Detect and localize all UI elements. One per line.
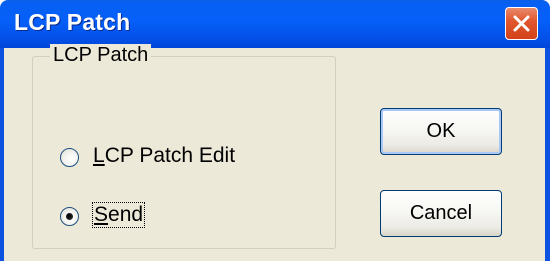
groupbox-legend: LCP Patch (50, 44, 152, 67)
label-text: end (108, 203, 144, 226)
lcp-patch-dialog: LCP Patch LCP Patch LCP Patch Edit Send … (0, 0, 550, 261)
radio-label-lcp-patch-edit: LCP Patch Edit (93, 144, 235, 168)
window-title: LCP Patch (14, 9, 131, 35)
close-icon (513, 15, 530, 32)
accelerator-key: S (94, 203, 109, 226)
label-text: CP Patch Edit (104, 144, 236, 167)
cancel-button[interactable]: Cancel (380, 190, 502, 237)
radio-label-send: Send (91, 202, 146, 228)
close-button[interactable] (505, 7, 538, 40)
ok-button[interactable]: OK (380, 108, 502, 155)
accelerator-key: L (93, 144, 105, 167)
radio-button-unselected[interactable] (60, 148, 79, 167)
radio-selected-dot (66, 213, 73, 220)
title-bar[interactable]: LCP Patch (0, 0, 550, 48)
radio-button-selected[interactable] (60, 207, 79, 226)
